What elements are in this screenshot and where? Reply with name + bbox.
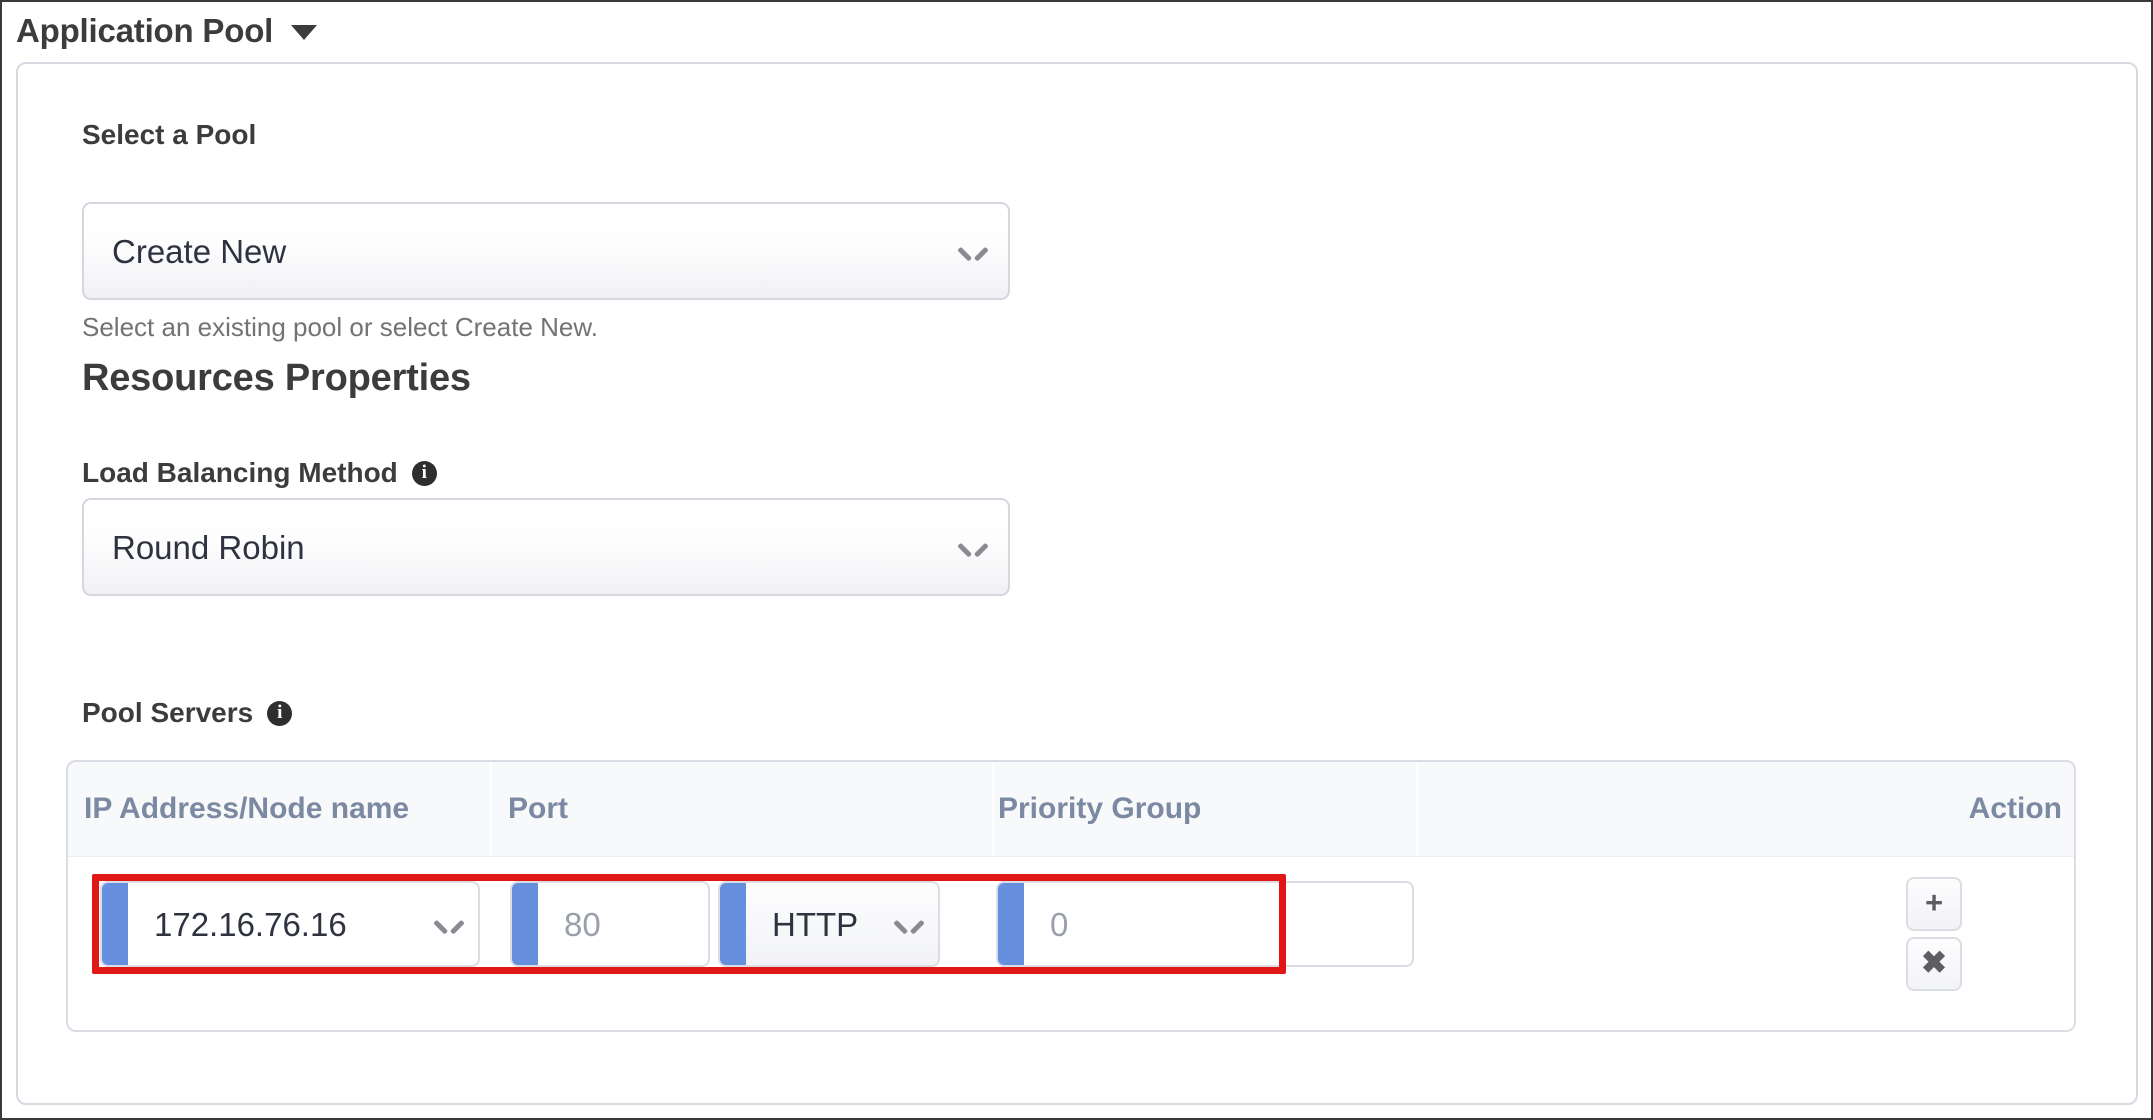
load-balancing-method-label: Load Balancing Method i [82,459,437,487]
caret-down-icon[interactable] [291,24,318,40]
remove-row-button[interactable]: ✖ [1906,937,1962,991]
resources-properties-heading: Resources Properties [82,357,471,399]
info-icon[interactable]: i [411,460,437,486]
column-header-action: Action [1968,792,2062,825]
priority-group-value: 0 [1050,907,1069,941]
info-icon[interactable]: i [267,700,293,726]
select-pool-value: Create New [112,234,287,268]
port-input[interactable]: 80 [510,881,710,967]
column-divider [490,762,492,856]
add-row-button[interactable]: + [1906,877,1962,931]
chevron-down-icon[interactable] [960,540,986,555]
column-header-port: Port [508,792,568,825]
chevron-down-icon[interactable] [436,917,462,932]
pool-servers-table: IP Address/Node name Port Priority Group… [66,760,2076,1032]
field-accent-bar [998,883,1024,965]
load-balancing-method-value: Round Robin [112,530,305,564]
field-accent-bar [102,883,128,965]
pool-servers-label-text: Pool Servers [82,697,254,728]
ip-address-select[interactable]: 172.16.76.16 [100,881,480,967]
protocol-value: HTTP [772,907,859,941]
action-buttons: + ✖ [1906,877,1962,991]
table-header-row: IP Address/Node name Port Priority Group… [68,762,2074,857]
port-value: 80 [564,907,601,941]
field-accent-bar [512,883,538,965]
select-pool-label: Select a Pool [82,121,256,149]
pool-servers-label: Pool Servers i [82,697,293,728]
select-pool-helper-text: Select an existing pool or select Create… [82,312,598,342]
page-title: Application Pool [16,11,274,49]
column-header-priority-group: Priority Group [998,792,1202,825]
section-header[interactable]: Application Pool [16,8,318,52]
column-divider [992,762,994,856]
load-balancing-method-dropdown[interactable]: Round Robin [82,498,1010,596]
table-row: 172.16.76.16 80 HTTP 0 + ✖ [68,857,2074,1030]
load-balancing-method-label-text: Load Balancing Method [82,457,398,488]
select-pool-dropdown[interactable]: Create New [82,202,1010,300]
protocol-select[interactable]: HTTP [718,881,940,967]
priority-group-input[interactable]: 0 [996,881,1414,967]
field-accent-bar [720,883,746,965]
select-pool-label-text: Select a Pool [82,119,257,150]
column-header-ip-address: IP Address/Node name [84,792,410,825]
ip-address-value: 172.16.76.16 [154,907,347,941]
screenshot-frame: Application Pool Select a Pool Create Ne… [0,0,2153,1120]
chevron-down-icon[interactable] [896,917,922,932]
chevron-down-icon[interactable] [960,244,986,259]
